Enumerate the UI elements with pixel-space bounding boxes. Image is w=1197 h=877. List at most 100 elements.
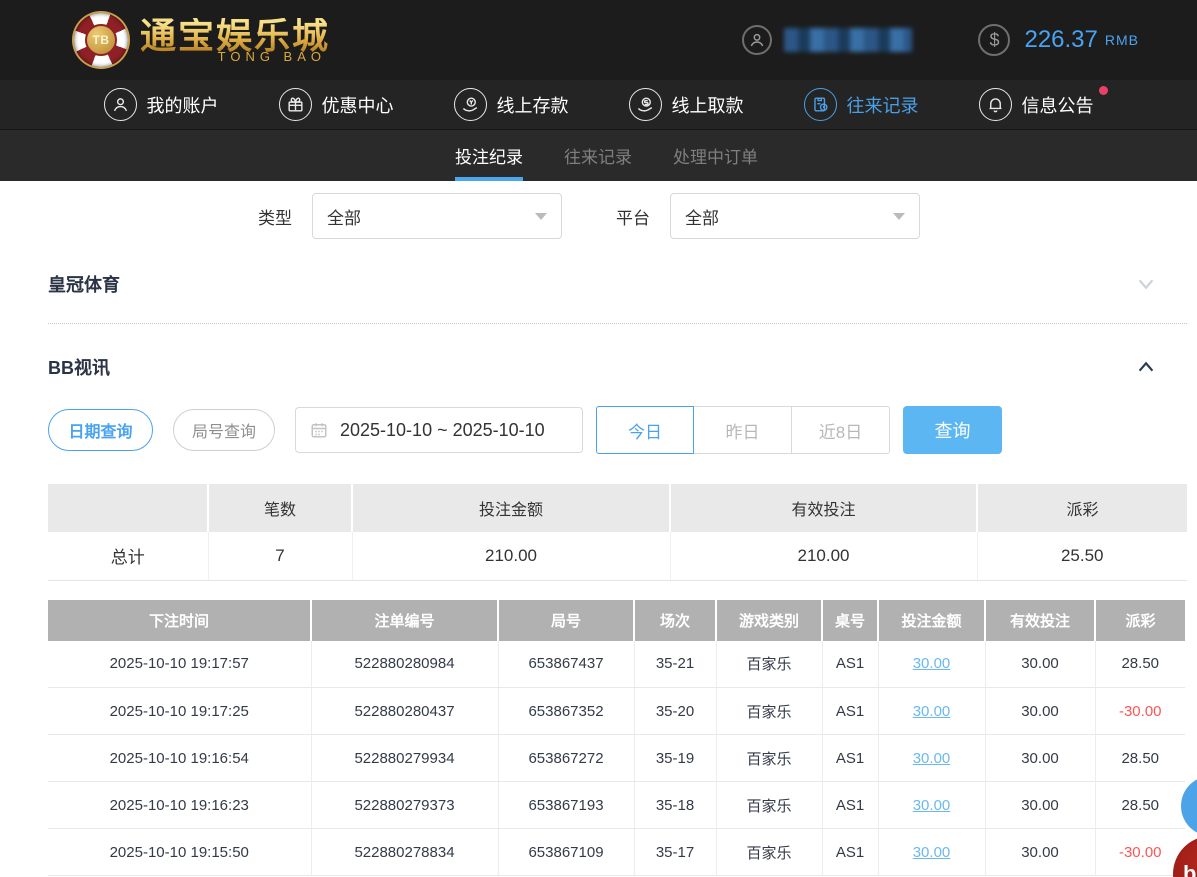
subtab-2[interactable]: 处理中订单 [673, 130, 758, 181]
user-account[interactable] [742, 25, 913, 55]
bet-records-table: 下注时间 注单编号 局号 场次 游戏类别 桌号 投注金额 有效投注 派彩 2025-10-10 … [48, 599, 1185, 876]
platform-filter-label: 平台 [616, 208, 650, 228]
table-cell: 28.50 [1095, 640, 1185, 688]
table-cell: 35-19 [634, 734, 717, 782]
last8days-button[interactable]: 近8日 [792, 406, 890, 454]
summary-header-cell: 有效投注 [670, 484, 978, 532]
nav-item-deposit[interactable]: 线上存款 [453, 88, 569, 121]
table-header-cell: 派彩 [1095, 599, 1185, 641]
balance-amount: 226.37 [1024, 26, 1098, 53]
search-button[interactable]: 查询 [903, 406, 1002, 454]
chevron-up-icon[interactable] [1135, 356, 1157, 378]
bet-amount-link[interactable]: 30.00 [878, 734, 986, 782]
table-cell: 653867352 [498, 687, 635, 735]
nav-item-withdraw[interactable]: 线上取款 [628, 88, 744, 121]
table-cell: AS1 [822, 781, 879, 829]
wallet-balance[interactable]: $ 226.37 RMB [978, 24, 1139, 56]
nav-item-records[interactable]: 往来记录 [803, 88, 919, 121]
chevron-down-icon [535, 212, 547, 220]
table-cell: 35-18 [634, 781, 717, 829]
table-header-cell: 有效投注 [985, 599, 1096, 641]
table-cell: 522880279373 [311, 781, 499, 829]
user-icon [103, 88, 137, 121]
poker-chip-logo-icon: TB [74, 13, 128, 67]
content-area: 类型 全部 平台 全部 皇冠体育 BB视讯 日期查询 局号查询 2025-10-… [0, 193, 1197, 876]
table-cell: 百家乐 [716, 687, 823, 735]
deposit-icon [453, 88, 487, 121]
round-query-button[interactable]: 局号查询 [173, 409, 275, 451]
section-bb-video[interactable]: BB视讯 [48, 324, 1187, 380]
chevron-down-icon [893, 212, 905, 220]
table-row: 2025-10-10 19:16:23 522880279373 653867193… [48, 781, 1185, 829]
gift-icon [278, 88, 312, 121]
subtab-1[interactable]: 往来记录 [564, 130, 632, 181]
table-cell: -30.00 [1095, 828, 1185, 876]
summary-total-row: 总计 7 210.00 210.00 25.50 [48, 532, 1187, 581]
summary-header-cell [48, 484, 209, 532]
table-cell: 百家乐 [716, 828, 823, 876]
chevron-down-icon[interactable] [1135, 273, 1157, 295]
table-cell: 653867272 [498, 734, 635, 782]
top-header: TB 通宝娱乐城 TONG BAO $ 226.37 RMB [0, 0, 1197, 80]
table-cell: -30.00 [1095, 687, 1185, 735]
summary-cell: 总计 [48, 532, 209, 581]
bell-icon [978, 88, 1012, 121]
calendar-icon [311, 423, 327, 438]
section-title-bb: BB视讯 [48, 358, 110, 378]
table-cell: 百家乐 [716, 640, 823, 688]
today-button[interactable]: 今日 [596, 406, 694, 454]
user-avatar-icon [742, 25, 773, 55]
table-cell: 35-17 [634, 828, 717, 876]
table-row: 2025-10-10 19:16:54 522880279934 653867272… [48, 734, 1185, 782]
summary-cell: 210.00 [352, 532, 671, 581]
table-row: 2025-10-10 19:15:50 522880278834 653867109… [48, 828, 1185, 876]
table-cell: AS1 [822, 828, 879, 876]
main-nav: 我的账户 优惠中心 线上存款 线上取款 往来记录 信息公告 [0, 80, 1197, 130]
bet-amount-link[interactable]: 30.00 [878, 781, 986, 829]
table-cell: 653867193 [498, 781, 635, 829]
nav-item-bell[interactable]: 信息公告 [978, 86, 1108, 121]
bet-amount-link[interactable]: 30.00 [878, 640, 986, 688]
table-header-cell: 桌号 [822, 599, 879, 641]
table-cell: 35-21 [634, 640, 717, 688]
date-range-value: 2025-10-10 ~ 2025-10-10 [340, 419, 545, 440]
section-crown-sports[interactable]: 皇冠体育 [48, 239, 1187, 324]
table-cell: 28.50 [1095, 734, 1185, 782]
table-cell: 653867109 [498, 828, 635, 876]
table-row: 2025-10-10 19:17:25 522880280437 653867352… [48, 687, 1185, 735]
chat-letter: b [1183, 861, 1197, 877]
nav-item-gift[interactable]: 优惠中心 [278, 88, 394, 121]
table-cell: 522880280984 [311, 640, 499, 688]
nav-item-user[interactable]: 我的账户 [103, 88, 219, 121]
platform-select[interactable]: 全部 [670, 193, 920, 239]
date-range-input[interactable]: 2025-10-10 ~ 2025-10-10 [295, 407, 583, 453]
query-toolbar: 日期查询 局号查询 2025-10-10 ~ 2025-10-10 今日 昨日 … [48, 406, 1187, 454]
yesterday-button[interactable]: 昨日 [694, 406, 792, 454]
summary-header-cell: 派彩 [977, 484, 1187, 532]
records-icon [803, 88, 837, 121]
record-subtabs: 投注纪录 往来记录 处理中订单 [0, 130, 1197, 181]
table-cell: 百家乐 [716, 781, 823, 829]
withdraw-icon [628, 88, 662, 121]
bet-amount-link[interactable]: 30.00 [878, 687, 986, 735]
table-row: 2025-10-10 19:17:57 522880280984 653867437… [48, 640, 1185, 688]
section-title-crown: 皇冠体育 [48, 275, 120, 295]
table-cell: AS1 [822, 687, 879, 735]
table-cell: 30.00 [985, 640, 1096, 688]
summary-table: 笔数 投注金额 有效投注 派彩 总计 7 210.00 210.00 25.50 [48, 484, 1187, 581]
bet-amount-link[interactable]: 30.00 [878, 828, 986, 876]
table-cell: 522880280437 [311, 687, 499, 735]
filter-row: 类型 全部 平台 全部 [48, 193, 1187, 239]
date-query-button[interactable]: 日期查询 [48, 409, 153, 451]
table-cell: 522880279934 [311, 734, 499, 782]
subtab-0[interactable]: 投注纪录 [455, 130, 523, 181]
notification-dot [1098, 86, 1108, 95]
table-header-cell: 注单编号 [311, 599, 499, 641]
table-cell: 2025-10-10 19:16:54 [48, 734, 312, 782]
type-select[interactable]: 全部 [312, 193, 562, 239]
table-header-cell: 游戏类别 [716, 599, 823, 641]
table-cell: 522880278834 [311, 828, 499, 876]
table-cell: 2025-10-10 19:17:25 [48, 687, 312, 735]
summary-cell: 7 [208, 532, 353, 581]
site-logo[interactable]: TB 通宝娱乐城 TONG BAO [74, 13, 330, 67]
